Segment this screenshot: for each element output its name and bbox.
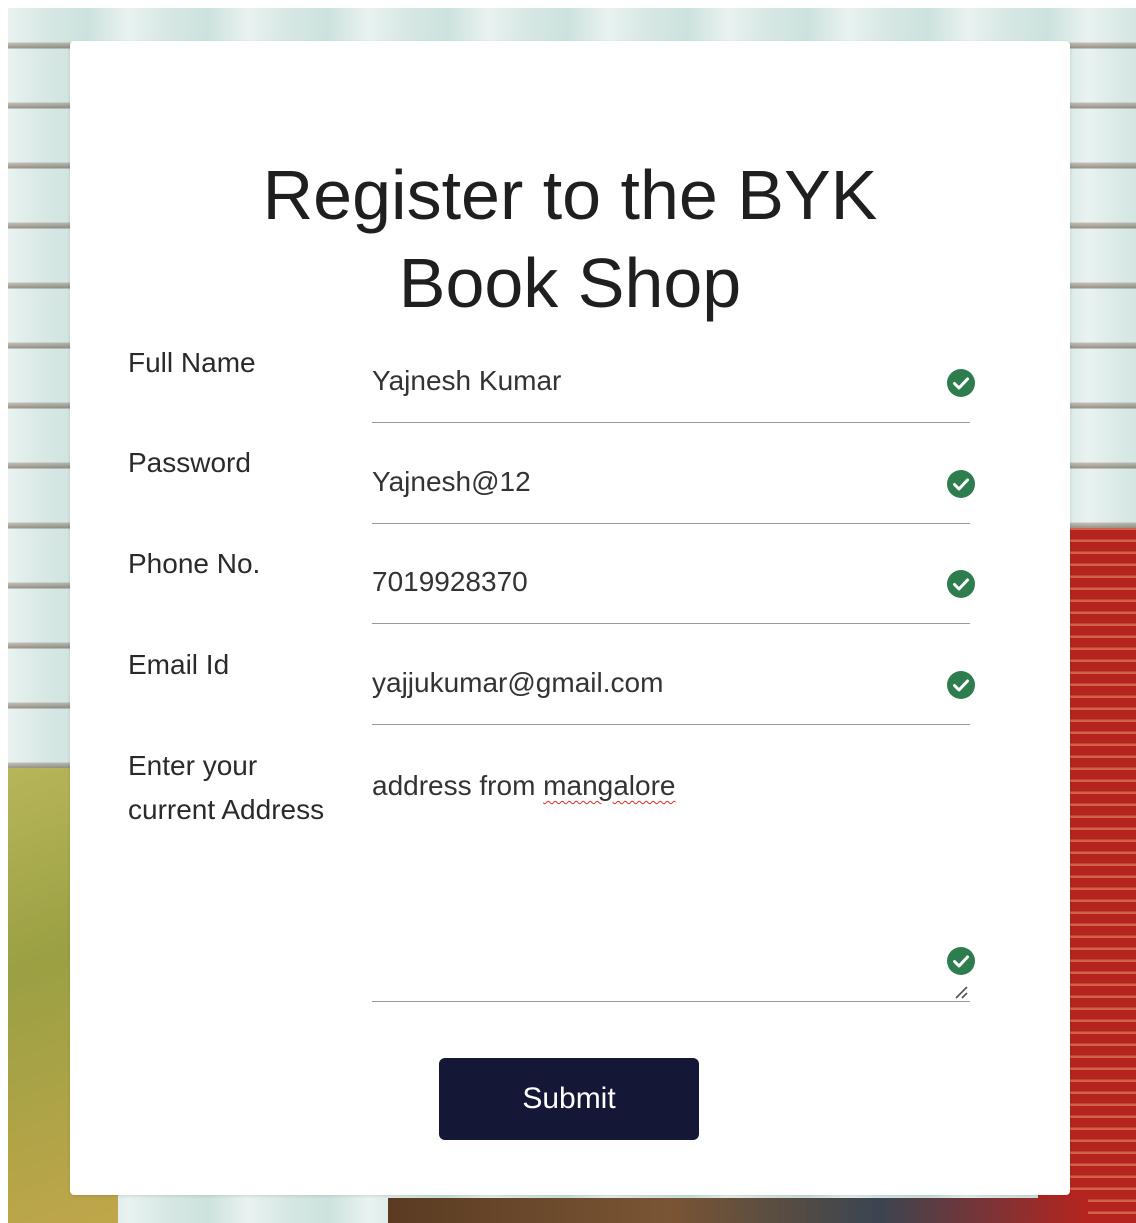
full-name-value: Yajnesh Kumar — [372, 365, 562, 396]
address-label: Enter your current Address — [128, 744, 368, 832]
email-value: yajjukumar@gmail.com — [372, 667, 664, 698]
address-label-line-2: current Address — [128, 794, 325, 825]
title-line-1: Register to the BYK — [262, 156, 878, 234]
page-title: Register to the BYK Book Shop — [70, 151, 1070, 327]
check-circle-icon — [947, 671, 975, 699]
resize-handle-icon[interactable] — [950, 983, 970, 999]
check-circle-icon — [947, 570, 975, 598]
email-label: Email Id — [128, 649, 230, 680]
registration-card: Register to the BYK Book Shop Full Name … — [70, 41, 1070, 1195]
phone-label: Phone No. — [128, 548, 261, 579]
password-label: Password — [128, 447, 251, 478]
address-value-prefix: address from — [372, 770, 544, 801]
address-value-misspelled-word: mangalore — [543, 770, 676, 801]
email-input[interactable]: yajjukumar@gmail.com — [372, 645, 975, 725]
check-circle-icon — [947, 369, 975, 397]
address-label-line-1: Enter your — [128, 750, 258, 781]
phone-input[interactable]: 7019928370 — [372, 544, 975, 624]
full-name-input[interactable]: Yajnesh Kumar — [372, 343, 975, 423]
address-value: address from mangalore — [372, 766, 675, 806]
full-name-label: Full Name — [128, 347, 256, 378]
phone-value: 7019928370 — [372, 566, 528, 597]
bottom-books-decoration — [388, 1198, 1088, 1223]
password-input[interactable]: Yajnesh@12 — [372, 444, 975, 524]
address-textarea[interactable]: address from mangalore — [372, 746, 975, 1002]
submit-button[interactable]: Submit — [439, 1058, 699, 1140]
title-line-2: Book Shop — [398, 244, 742, 322]
password-value: Yajnesh@12 — [372, 466, 531, 497]
check-circle-icon — [947, 470, 975, 498]
check-circle-icon — [947, 947, 975, 975]
